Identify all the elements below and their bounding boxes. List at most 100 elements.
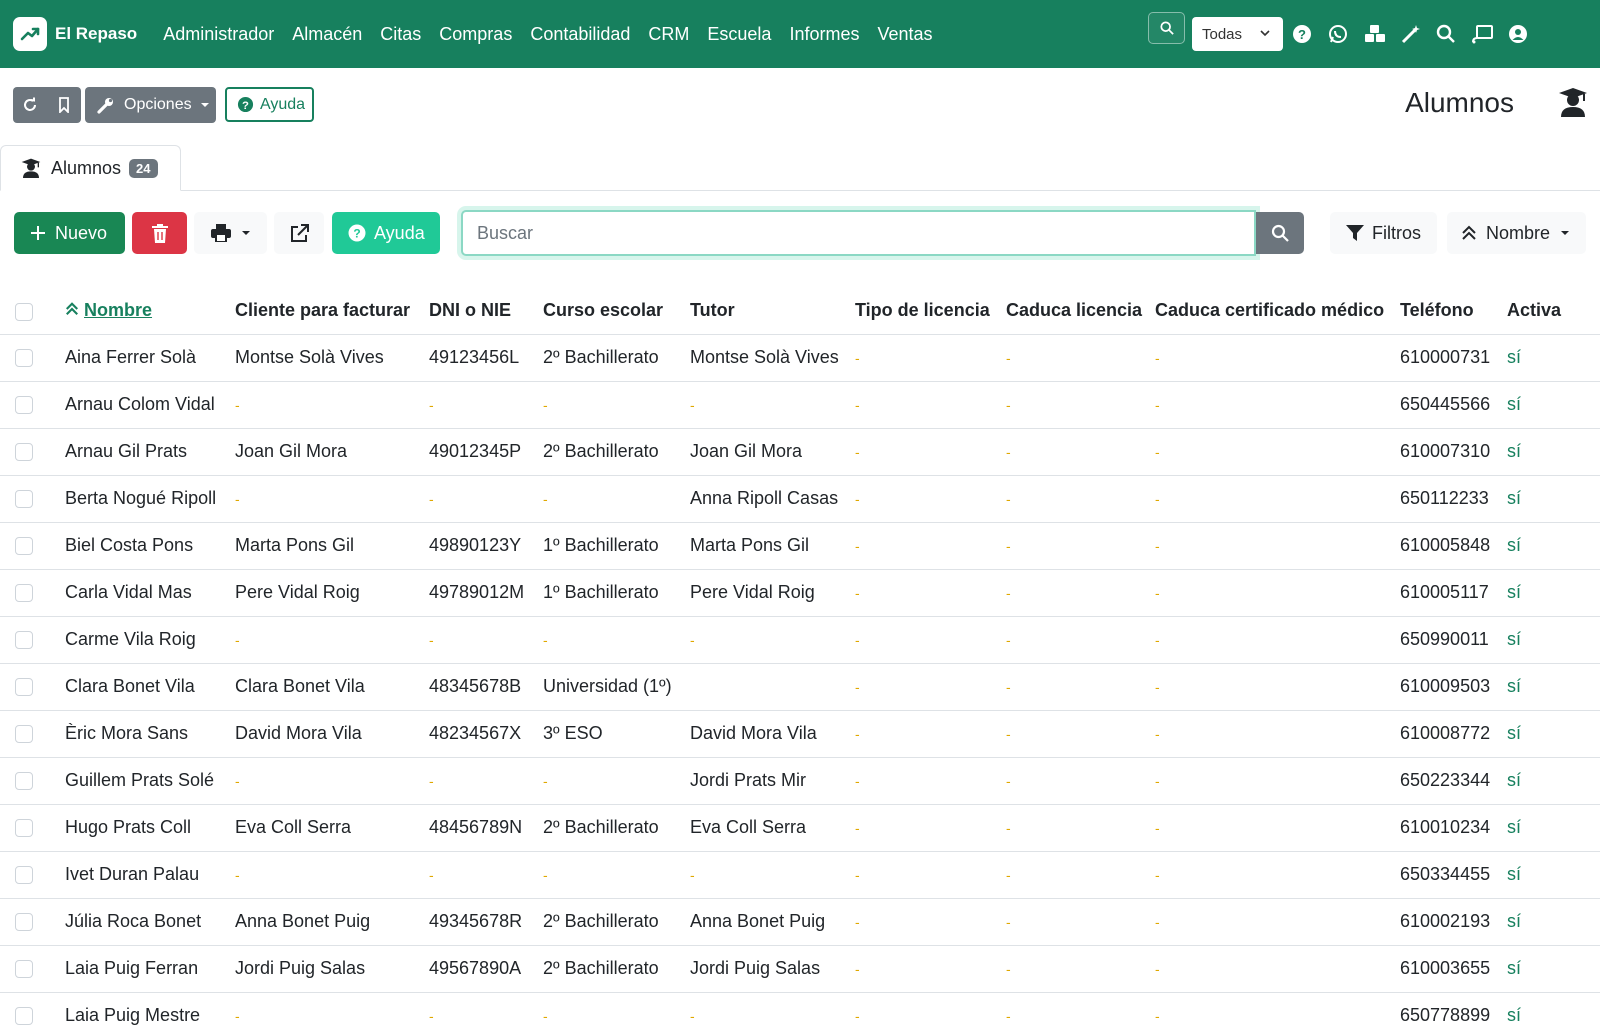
- user-icon[interactable]: [1508, 22, 1544, 46]
- student-link[interactable]: Berta Nogué Ripoll: [65, 488, 216, 508]
- delete-button[interactable]: [132, 212, 187, 254]
- options-button[interactable]: Opciones: [85, 87, 216, 123]
- table-row[interactable]: Laia Puig Mestre - - - - - - - 650778899 sí: [0, 992, 1600, 1029]
- client-link[interactable]: Pere Vidal Roig: [235, 582, 360, 602]
- sort-button[interactable]: Nombre: [1447, 212, 1586, 254]
- table-row[interactable]: Júlia Roca Bonet Anna Bonet Puig 49345678R…: [0, 898, 1600, 946]
- table-row[interactable]: Èric Mora Sans David Mora Vila 48234567X 3º…: [0, 710, 1600, 758]
- select-all-checkbox[interactable]: [15, 302, 33, 321]
- search-submit-button[interactable]: [1256, 212, 1304, 254]
- refresh-icon[interactable]: [13, 87, 47, 123]
- bookmark-icon[interactable]: [47, 87, 81, 123]
- header-cliente[interactable]: Cliente para facturar: [235, 288, 429, 335]
- client-link[interactable]: Jordi Puig Salas: [235, 958, 365, 978]
- header-tipo-licencia[interactable]: Tipo de licencia: [855, 288, 1006, 335]
- student-link[interactable]: Hugo Prats Coll: [65, 817, 191, 837]
- student-link[interactable]: Carme Vila Roig: [65, 629, 196, 649]
- student-link[interactable]: Èric Mora Sans: [65, 723, 188, 743]
- menu-item[interactable]: Contabilidad: [530, 24, 630, 45]
- row-checkbox[interactable]: [15, 678, 33, 697]
- row-checkbox[interactable]: [15, 866, 33, 885]
- row-checkbox[interactable]: [15, 443, 33, 462]
- magic-wand-icon[interactable]: [1400, 22, 1436, 46]
- table-row[interactable]: Carla Vidal Mas Pere Vidal Roig 49789012M 1…: [0, 569, 1600, 617]
- header-caduca-certificado[interactable]: Caduca certificado médico: [1155, 288, 1400, 335]
- menu-item[interactable]: Ventas: [877, 24, 932, 45]
- export-button[interactable]: [274, 212, 324, 254]
- menu-item[interactable]: Citas: [380, 24, 421, 45]
- row-checkbox[interactable]: [15, 631, 33, 650]
- header-activa[interactable]: Activa: [1507, 288, 1600, 335]
- table-row[interactable]: Arnau Gil Prats Joan Gil Mora 49012345P 2º …: [0, 428, 1600, 476]
- menu-item[interactable]: Informes: [789, 24, 859, 45]
- client-link[interactable]: Eva Coll Serra: [235, 817, 351, 837]
- row-checkbox[interactable]: [15, 819, 33, 838]
- client-link[interactable]: Joan Gil Mora: [235, 441, 347, 461]
- search-icon[interactable]: [1436, 22, 1472, 46]
- filters-button[interactable]: Filtros: [1330, 212, 1437, 254]
- header-dni[interactable]: DNI o NIE: [429, 288, 543, 335]
- modules-icon[interactable]: [1364, 22, 1400, 46]
- help-icon[interactable]: ?: [1292, 22, 1328, 46]
- new-button[interactable]: Nuevo: [14, 212, 125, 254]
- student-link[interactable]: Ivet Duran Palau: [65, 864, 199, 884]
- student-link[interactable]: Biel Costa Pons: [65, 535, 193, 555]
- client-link[interactable]: Marta Pons Gil: [235, 535, 354, 555]
- row-checkbox[interactable]: [15, 584, 33, 603]
- row-checkbox[interactable]: [15, 537, 33, 556]
- list-help-button[interactable]: ? Ayuda: [332, 212, 440, 254]
- toolbar-help-button[interactable]: ? Ayuda: [225, 87, 314, 122]
- table-row[interactable]: Laia Puig Ferran Jordi Puig Salas 49567890…: [0, 945, 1600, 993]
- table-row[interactable]: Berta Nogué Ripoll - - - Anna Ripoll Casas - -…: [0, 475, 1600, 523]
- client-link[interactable]: Anna Bonet Puig: [235, 911, 370, 931]
- row-checkbox[interactable]: [15, 396, 33, 415]
- menu-item[interactable]: Compras: [439, 24, 512, 45]
- row-checkbox[interactable]: [15, 490, 33, 509]
- header-nombre[interactable]: Nombre: [65, 288, 235, 335]
- menu-item[interactable]: Administrador: [163, 24, 274, 45]
- row-checkbox[interactable]: [15, 725, 33, 744]
- header-tutor[interactable]: Tutor: [690, 288, 855, 335]
- row-checkbox[interactable]: [15, 913, 33, 932]
- header-caduca-licencia[interactable]: Caduca licencia: [1006, 288, 1155, 335]
- student-link[interactable]: Laia Puig Mestre: [65, 1005, 200, 1025]
- header-telefono[interactable]: Teléfono: [1400, 288, 1507, 335]
- row-checkbox[interactable]: [15, 1007, 33, 1026]
- menu-item[interactable]: Almacén: [292, 24, 362, 45]
- tab-alumnos[interactable]: Alumnos 24: [0, 145, 181, 191]
- table-row[interactable]: Clara Bonet Vila Clara Bonet Vila 48345678…: [0, 663, 1600, 711]
- table-row[interactable]: Aina Ferrer Solà Montse Solà Vives 4912345…: [0, 334, 1600, 382]
- table-row[interactable]: Guillem Prats Solé - - - Jordi Prats Mir - - - 6…: [0, 757, 1600, 805]
- student-link[interactable]: Júlia Roca Bonet: [65, 911, 201, 931]
- client-link[interactable]: David Mora Vila: [235, 723, 362, 743]
- student-link[interactable]: Arnau Gil Prats: [65, 441, 187, 461]
- cast-icon[interactable]: [1472, 22, 1508, 46]
- client-link[interactable]: Montse Solà Vives: [235, 347, 384, 367]
- row-checkbox[interactable]: [15, 349, 33, 368]
- student-link[interactable]: Carla Vidal Mas: [65, 582, 192, 602]
- table-row[interactable]: Hugo Prats Coll Eva Coll Serra 48456789N 2º…: [0, 804, 1600, 852]
- student-link[interactable]: Arnau Colom Vidal: [65, 394, 215, 414]
- scope-select[interactable]: Todas: [1192, 17, 1283, 51]
- print-button[interactable]: [194, 212, 267, 254]
- header-curso[interactable]: Curso escolar: [543, 288, 690, 335]
- student-link[interactable]: Clara Bonet Vila: [65, 676, 195, 696]
- student-link[interactable]: Laia Puig Ferran: [65, 958, 198, 978]
- table-row[interactable]: Arnau Colom Vidal - - - - - - - 650445566 sí: [0, 381, 1600, 429]
- client-link[interactable]: Clara Bonet Vila: [235, 676, 365, 696]
- cell-text: 610008772: [1400, 723, 1491, 743]
- student-link[interactable]: Aina Ferrer Solà: [65, 347, 196, 367]
- whatsapp-icon[interactable]: [1328, 22, 1364, 46]
- table-row[interactable]: Ivet Duran Palau - - - - - - - 650334455 sí: [0, 851, 1600, 899]
- student-link[interactable]: Guillem Prats Solé: [65, 770, 214, 790]
- nav-search-button[interactable]: [1148, 12, 1185, 44]
- empty-value: -: [1155, 585, 1160, 601]
- table-row[interactable]: Biel Costa Pons Marta Pons Gil 49890123Y 1º…: [0, 522, 1600, 570]
- table-row[interactable]: Carme Vila Roig - - - - - - - 650990011 sí: [0, 616, 1600, 664]
- row-checkbox[interactable]: [15, 960, 33, 979]
- menu-item[interactable]: CRM: [648, 24, 689, 45]
- brand[interactable]: El Repaso: [13, 17, 137, 51]
- row-checkbox[interactable]: [15, 772, 33, 791]
- menu-item[interactable]: Escuela: [707, 24, 771, 45]
- search-input[interactable]: [461, 210, 1256, 256]
